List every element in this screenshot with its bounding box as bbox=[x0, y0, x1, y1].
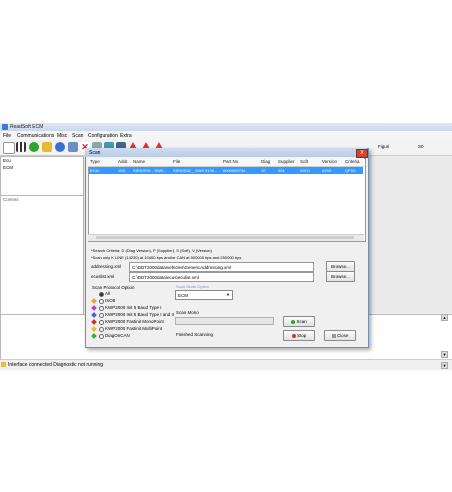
protocol-option-diag-on-can[interactable]: DiagOnCAN bbox=[105, 333, 130, 338]
protocol-option-kwp-5baud-i-ii[interactable]: KWP2000 Init 5 Baud Type I and II bbox=[105, 312, 174, 317]
title-bar: ReadSoft ECM bbox=[0, 123, 452, 131]
menu-extra[interactable]: Extra bbox=[120, 133, 132, 139]
comms-pane: Comms bbox=[0, 195, 84, 315]
ecu-pane: Ecu ECM bbox=[0, 156, 84, 196]
cell-file: SIRIUS32__SW0 3130... bbox=[173, 168, 218, 173]
protocol-radio-all[interactable] bbox=[99, 292, 104, 297]
stop-icon bbox=[291, 333, 296, 338]
cell-version: A200 bbox=[322, 168, 332, 173]
ecu-pane-item[interactable]: ECM bbox=[3, 165, 13, 170]
col-part-no[interactable]: Part No bbox=[223, 159, 238, 164]
ecu-list-path-value: C:\DDT2000data\ecus\eculist.xml bbox=[132, 274, 199, 280]
stop-button-label: Stop bbox=[297, 333, 307, 338]
grid-header: Type Addr. Name File Part No Diag Suppli… bbox=[88, 158, 364, 167]
ecu-type-value: ECM bbox=[178, 292, 188, 298]
col-name[interactable]: Name bbox=[133, 159, 145, 164]
new-file-icon[interactable] bbox=[3, 142, 15, 154]
cell-criteria: QPS0 bbox=[345, 168, 356, 173]
cell-addr: 10D bbox=[118, 168, 126, 173]
addressing-path-value: C:\DDT2000data\vehicles\GenericAddressin… bbox=[132, 264, 232, 270]
status-scroll-arrow[interactable]: ▼ bbox=[441, 362, 448, 369]
protocol-option-kwp-5baud-i[interactable]: KWP2000 Init 5 Baud Type I bbox=[105, 305, 161, 310]
cell-diag: 1E bbox=[261, 168, 266, 173]
col-addr[interactable]: Addr. bbox=[118, 159, 129, 164]
addressing-path-field[interactable]: C:\DDT2000data\vehicles\GenericAddressin… bbox=[129, 262, 314, 272]
search-criteria-note: *Search Criteria: D (Diag Version), P (S… bbox=[91, 248, 212, 253]
protocol-radio-iso8[interactable] bbox=[99, 299, 104, 304]
ecu-type-select[interactable]: ECM ▼ bbox=[175, 290, 233, 300]
scan-dialog-title: Scan bbox=[89, 150, 101, 156]
col-version[interactable]: Version bbox=[322, 159, 337, 164]
scan-progress-bar bbox=[175, 317, 274, 325]
ecu-list-label: ecuslist.xml bbox=[91, 274, 115, 279]
col-soft[interactable]: Soft bbox=[300, 159, 308, 164]
scan-mode-option-label: Scan Mode Option bbox=[176, 284, 210, 289]
grid-horizontal-scrollbar[interactable] bbox=[88, 234, 364, 241]
cell-name: SIRIUS32 - SW0... bbox=[133, 168, 167, 173]
scroll-up-arrow[interactable]: ▲ bbox=[441, 314, 448, 321]
scroll-down-arrow[interactable]: ▼ bbox=[441, 351, 448, 358]
protocol-option-kwp-fastinit-mono[interactable]: KWP2000 Fastinit MonoPoint bbox=[105, 319, 164, 324]
app-icon bbox=[2, 124, 8, 130]
protocol-radio-kwp-fastinit-multi[interactable] bbox=[99, 327, 104, 332]
comms-pane-header: Comms bbox=[3, 197, 19, 202]
scroll-thumb[interactable] bbox=[96, 236, 354, 239]
cell-part-no: 0000005734 bbox=[223, 168, 246, 173]
protocol-option-kwp-fastinit-multi[interactable]: KWP2000 Fastinit MultiPoint bbox=[105, 326, 162, 331]
col-supplier[interactable]: Supplier bbox=[278, 159, 295, 164]
menu-bar: File Communications Misc Scan Configurat… bbox=[0, 131, 452, 140]
scan-status-text: Finished Scanning bbox=[176, 332, 214, 337]
table-row[interactable]: ECM 10D SIRIUS32 - SW0... SIRIUS32__SW0 … bbox=[89, 167, 363, 174]
col-file[interactable]: File bbox=[173, 159, 180, 164]
scan-protocol-note: *Scan only K LINE (14230) at 10400 bps a… bbox=[91, 255, 242, 260]
chevron-down-icon[interactable]: ▼ bbox=[225, 291, 231, 299]
browse-ecu-list-button[interactable]: Browse... bbox=[326, 271, 355, 282]
play-icon[interactable] bbox=[29, 142, 39, 152]
menu-configuration[interactable]: Configuration bbox=[88, 133, 118, 139]
scan-icon bbox=[291, 319, 296, 324]
protocol-radio-kwp-fastinit-mono[interactable] bbox=[99, 320, 104, 325]
readout-label: Figuri bbox=[378, 144, 390, 149]
close-button-label: Close bbox=[336, 333, 349, 338]
status-bar: Interface connected Diagnostic not runni… bbox=[0, 359, 452, 369]
status-icon bbox=[1, 362, 6, 367]
stop-button[interactable]: Stop bbox=[283, 330, 315, 341]
menu-communications[interactable]: Communications bbox=[17, 133, 54, 139]
cell-type: ECM bbox=[90, 168, 99, 173]
cell-supplier: 001 bbox=[278, 168, 285, 173]
protocol-group-title: Scan Protocol Option bbox=[92, 285, 135, 290]
scan-button[interactable]: Scan bbox=[283, 316, 315, 327]
cell-soft: S0G1 bbox=[300, 168, 311, 173]
status-text: Interface connected Diagnostic not runni… bbox=[8, 362, 104, 368]
protocol-option-all[interactable]: All bbox=[105, 291, 110, 296]
ecu-pane-header: Ecu bbox=[3, 158, 11, 163]
scan-mode-label: Scan Mono bbox=[176, 310, 199, 315]
close-icon bbox=[331, 333, 336, 338]
menu-misc[interactable]: Misc bbox=[57, 133, 67, 139]
col-type[interactable]: Type bbox=[90, 159, 100, 164]
settings-icon[interactable] bbox=[42, 142, 52, 152]
ecu-list-path-field[interactable]: C:\DDT2000data\ecus\eculist.xml bbox=[129, 272, 314, 282]
menu-file[interactable]: File bbox=[3, 133, 11, 139]
addressing-label: addressing.xml bbox=[91, 264, 122, 269]
menu-scan[interactable]: Scan bbox=[72, 133, 83, 139]
protocol-radio-diag-on-can[interactable] bbox=[99, 334, 104, 339]
scan-button-label: Scan bbox=[296, 319, 307, 324]
protocol-option-iso8[interactable]: ISO8 bbox=[105, 298, 115, 303]
col-diag[interactable]: Diag bbox=[261, 159, 270, 164]
dialog-close-button[interactable]: X bbox=[356, 149, 368, 158]
protocol-radio-kwp-5baud-i[interactable] bbox=[99, 306, 104, 311]
close-button[interactable]: Close bbox=[324, 330, 356, 341]
signal-icon[interactable] bbox=[16, 142, 26, 152]
scan-dialog-title-bar: Scan bbox=[85, 148, 367, 157]
network-icon[interactable] bbox=[68, 142, 78, 152]
info-icon[interactable] bbox=[55, 142, 65, 152]
col-criteria[interactable]: Criteria bbox=[345, 159, 360, 164]
protocol-radio-kwp-5baud-i-ii[interactable] bbox=[99, 313, 104, 318]
readout-value: S0 bbox=[418, 144, 424, 149]
app-title: ReadSoft ECM bbox=[10, 124, 44, 130]
